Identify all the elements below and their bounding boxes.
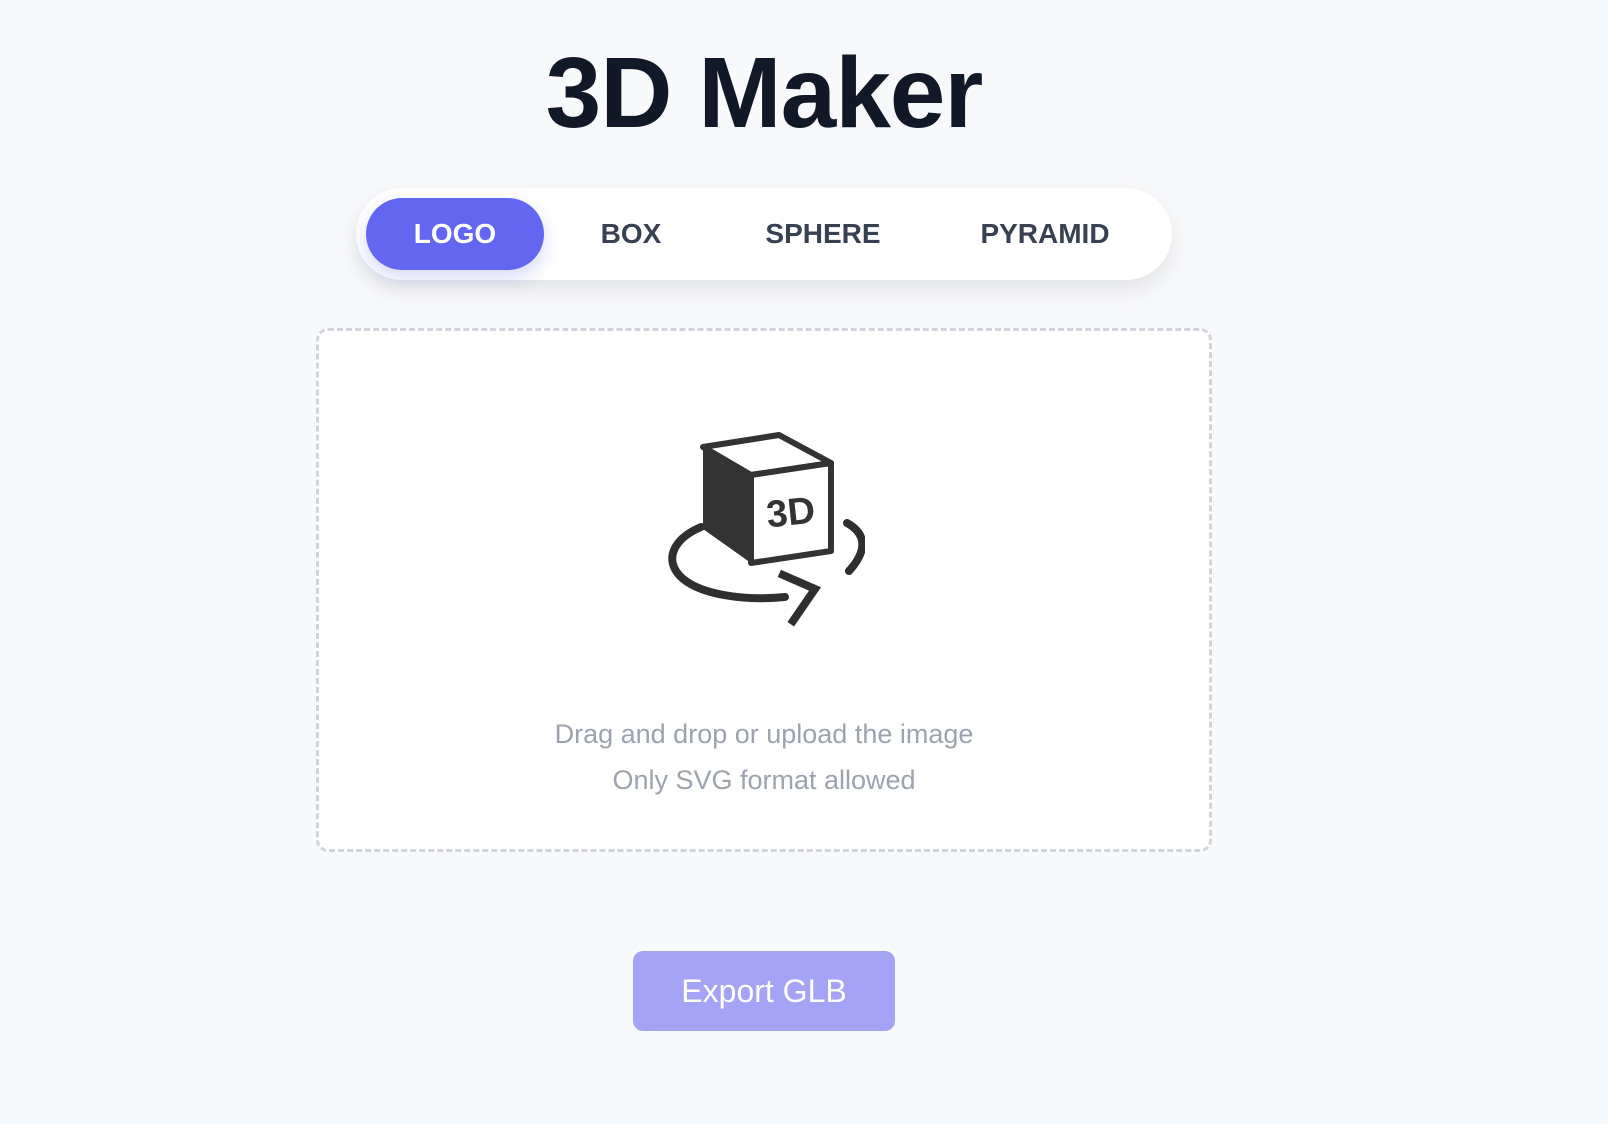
tab-sphere[interactable]: SPHERE (718, 198, 928, 270)
tab-pyramid[interactable]: PYRAMID (928, 198, 1162, 270)
dropzone-instruction: Drag and drop or upload the image (554, 719, 974, 749)
cube-icon-label: 3D (764, 490, 817, 537)
dropzone-format-note: Only SVG format allowed (612, 765, 916, 795)
tab-logo[interactable]: LOGO (366, 198, 544, 270)
export-glb-button[interactable]: Export GLB (633, 951, 895, 1031)
shape-tabs: LOGO BOX SPHERE PYRAMID (356, 188, 1172, 280)
tab-box[interactable]: BOX (544, 198, 718, 270)
upload-dropzone[interactable]: 3D Drag and drop or upload the image Onl… (316, 328, 1212, 852)
page-title: 3D Maker (545, 37, 984, 149)
cube-3d-rotate-icon: 3D (668, 432, 865, 627)
